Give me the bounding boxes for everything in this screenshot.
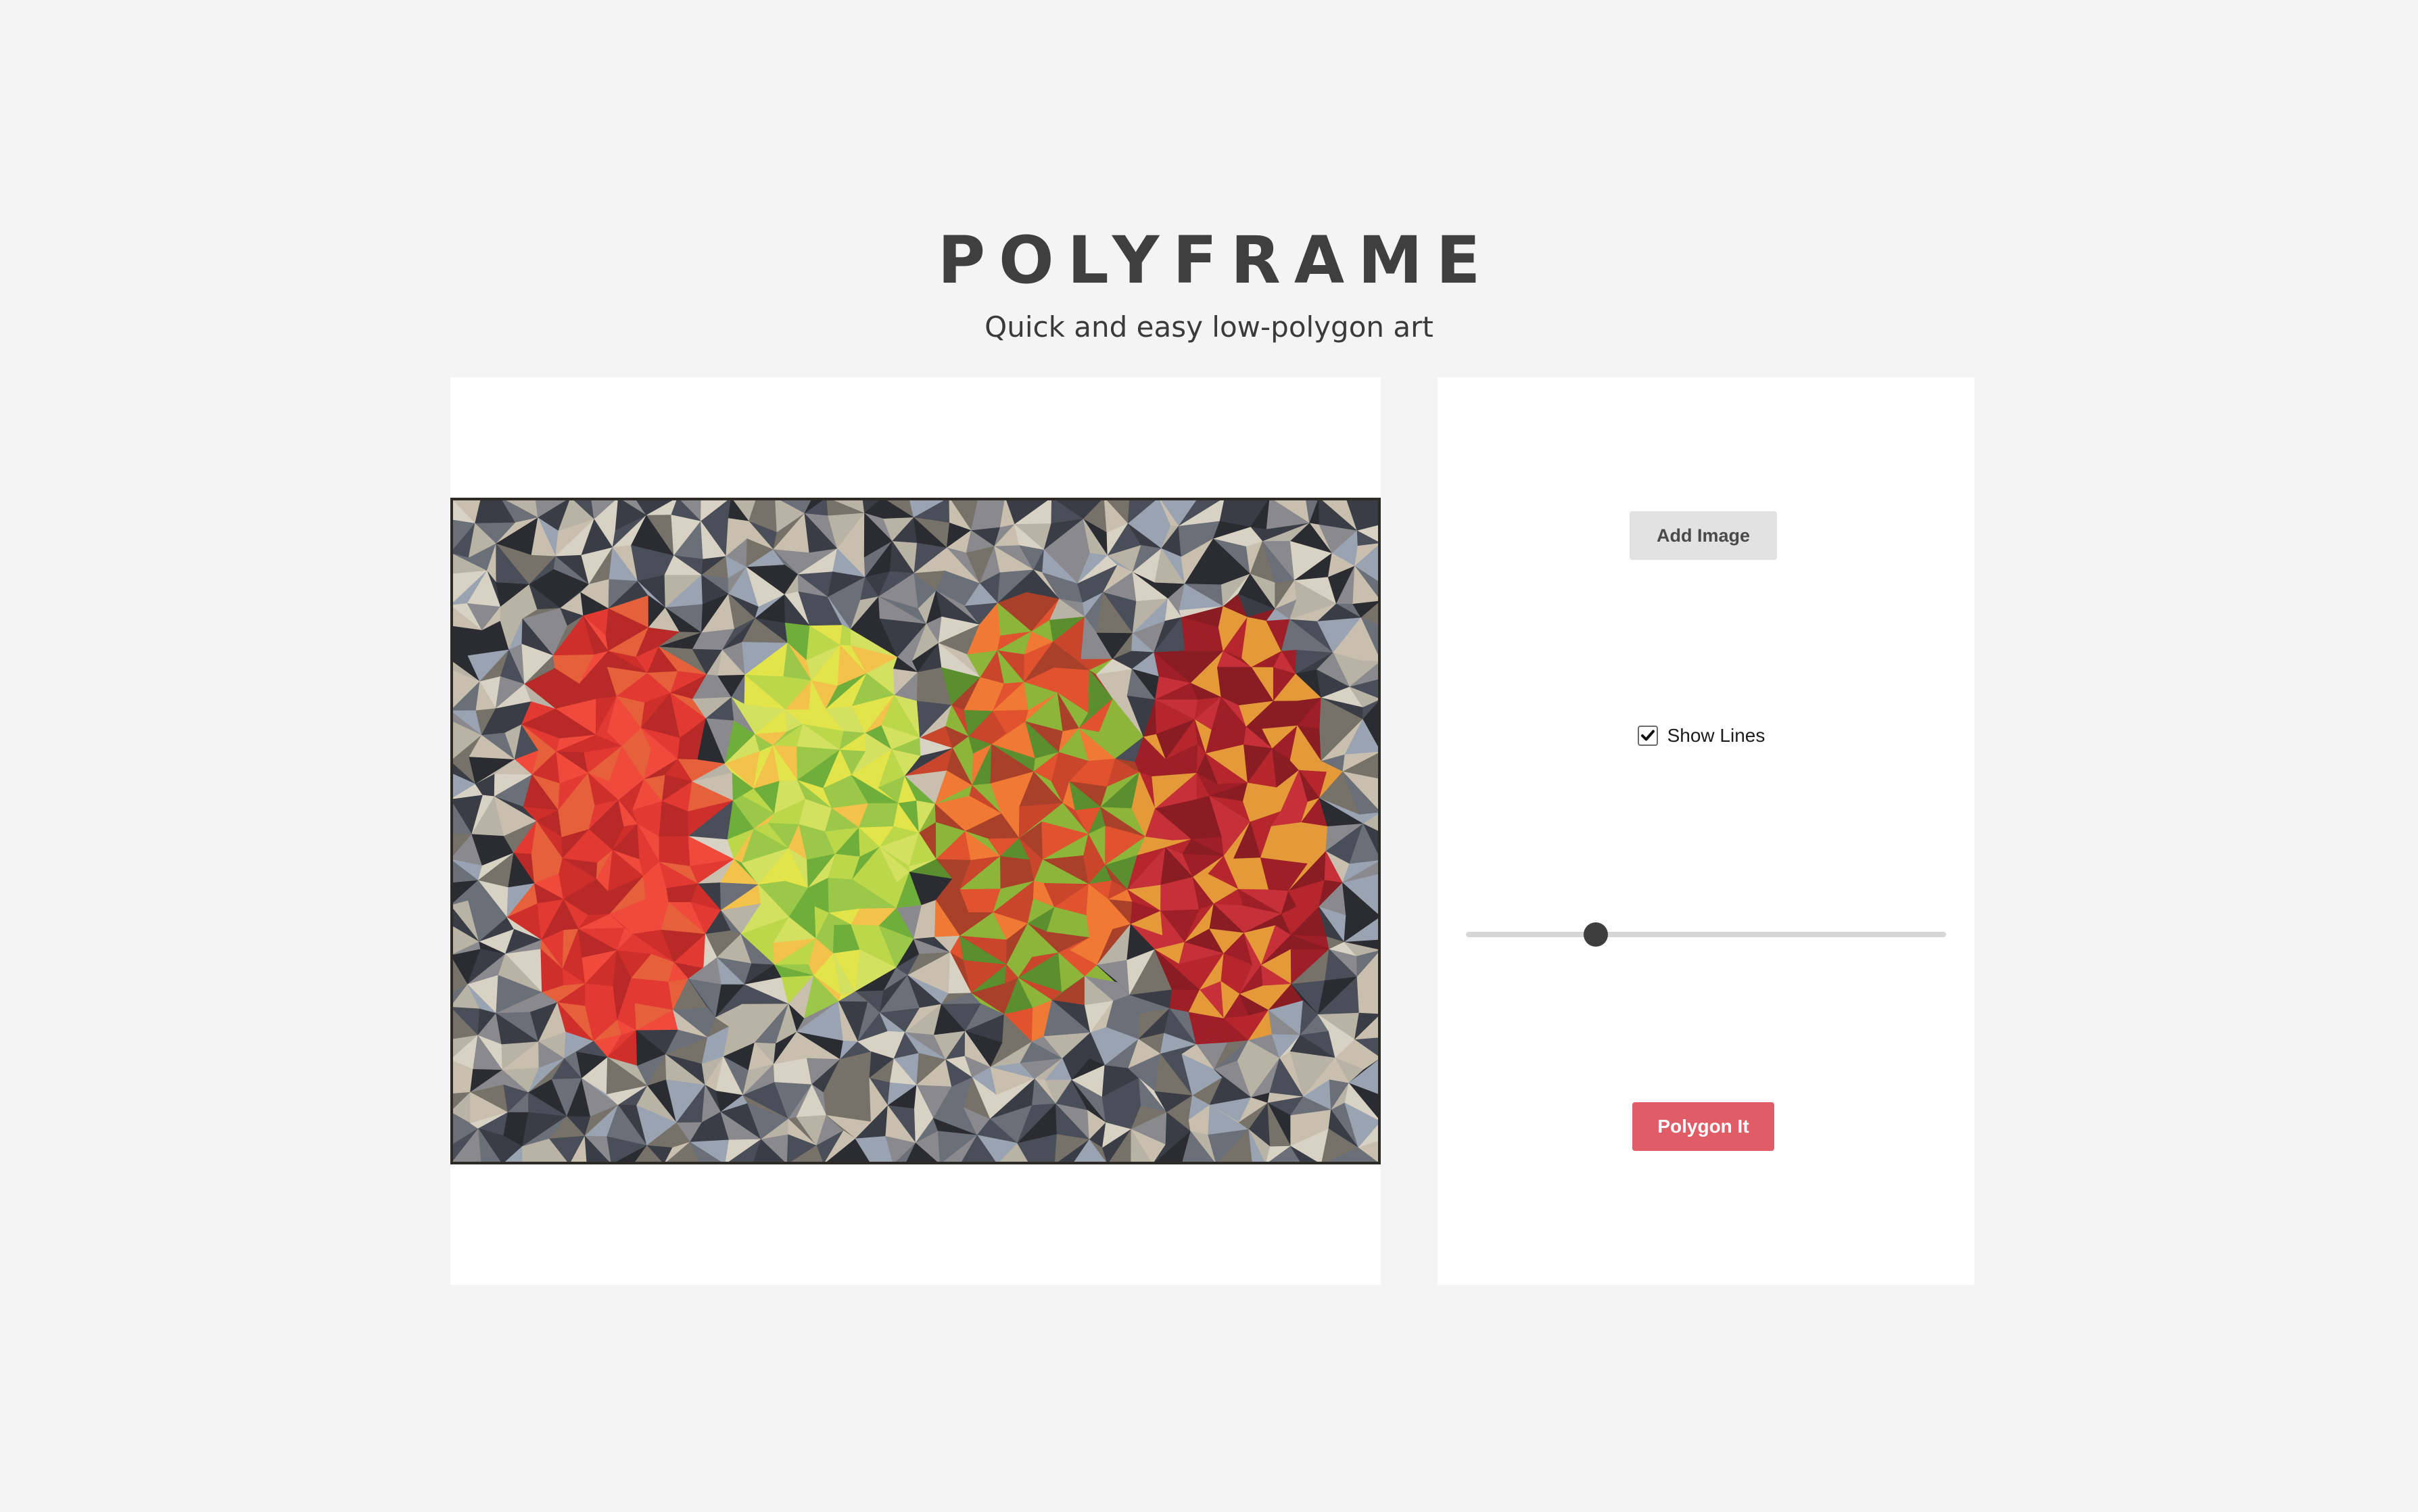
checkmark-icon: [1640, 730, 1655, 741]
control-panel: Add Image Show Lines Polygon It: [1438, 377, 1974, 1285]
canvas-panel: [450, 377, 1381, 1285]
polygon-it-button[interactable]: Polygon It: [1632, 1102, 1774, 1151]
show-lines-checkbox[interactable]: [1637, 726, 1658, 746]
app-header: POLYFRAME Quick and easy low-polygon art: [0, 216, 2418, 348]
app-subtitle: Quick and easy low-polygon art: [985, 310, 1433, 344]
show-lines-label: Show Lines: [1667, 725, 1765, 746]
app-title: POLYFRAME: [937, 222, 1494, 298]
artwork-canvas: [450, 498, 1381, 1164]
add-image-button[interactable]: Add Image: [1630, 511, 1777, 560]
detail-slider[interactable]: [1466, 920, 1946, 949]
show-lines-toggle[interactable]: Show Lines: [1438, 722, 1974, 749]
low-poly-artwork: [450, 498, 1381, 1164]
polyframe-page: POLYFRAME Quick and easy low-polygon art…: [0, 0, 2418, 1512]
slider-track[interactable]: [1466, 932, 1946, 937]
slider-thumb[interactable]: [1583, 922, 1608, 947]
